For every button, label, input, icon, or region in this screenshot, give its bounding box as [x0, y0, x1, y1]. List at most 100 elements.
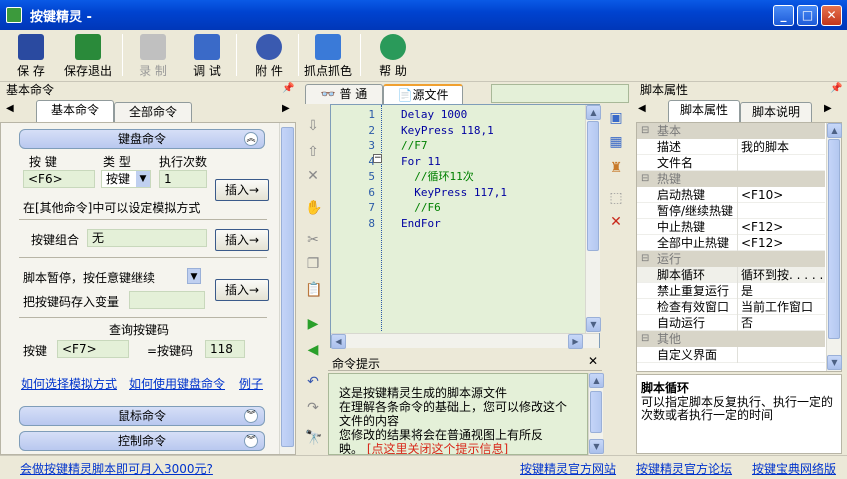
tab-scroll-right-icon[interactable]: ▶	[824, 103, 832, 114]
play-forward-icon[interactable]: ▶	[305, 316, 321, 332]
official-forum-link[interactable]: 按键精灵官方论坛	[636, 460, 732, 477]
link-keyboard-usage[interactable]: 如何使用键盘命令	[129, 375, 225, 392]
property-row[interactable]: 自动运行 否	[637, 315, 825, 331]
editor-search-field[interactable]	[491, 84, 629, 103]
official-site-link[interactable]: 按键精灵官方网站	[520, 460, 616, 477]
pin-icon[interactable]: 📌	[830, 83, 842, 94]
tab-script-properties[interactable]: 脚本属性	[668, 100, 740, 122]
tab-all-commands[interactable]: 全部命令	[114, 102, 192, 122]
scroll-right-icon[interactable]: ▶	[568, 334, 583, 349]
code-line[interactable]: 2 KeyPress 118,1	[331, 123, 585, 139]
property-row[interactable]: 文件名	[637, 155, 825, 171]
window-icon[interactable]: ▣	[608, 110, 624, 126]
code-line[interactable]: 5 //循环11次	[331, 169, 585, 185]
code-line[interactable]: 4 For 11	[331, 154, 585, 170]
tab-basic-commands[interactable]: 基本命令	[36, 100, 114, 122]
property-row[interactable]: 启动热键 <F10>	[637, 187, 825, 203]
property-category[interactable]: ⊟ 基本	[637, 123, 825, 139]
props-scrollbar[interactable]: ▲ ▼	[826, 123, 842, 371]
fold-icon[interactable]: −	[373, 154, 382, 163]
close-icon[interactable]: ✕	[588, 354, 598, 368]
code-line[interactable]: 8 EndFor	[331, 216, 585, 232]
handbook-link[interactable]: 按键宝典网络版	[752, 460, 836, 477]
keyboard-section-header[interactable]: 键盘命令 ︽	[19, 129, 265, 149]
tab-normal-view[interactable]: 👓 普 通	[305, 84, 383, 104]
scroll-thumb[interactable]	[590, 391, 602, 433]
copy-icon[interactable]: ❐	[305, 256, 321, 272]
property-row[interactable]: 暂停/继续热键	[637, 203, 825, 219]
property-row[interactable]: 中止热键 <F12>	[637, 219, 825, 235]
property-value[interactable]: <F12>	[741, 219, 783, 235]
insert-pause-button[interactable]: 插入→	[215, 279, 269, 301]
scroll-down-icon[interactable]: ▼	[589, 439, 604, 454]
count-field[interactable]: 1	[159, 170, 207, 188]
attachment-button[interactable]: 附 件	[246, 32, 292, 80]
combo-field[interactable]: 无	[87, 229, 207, 247]
find-icon[interactable]: 🔭	[305, 430, 322, 446]
collapse-icon[interactable]: ⊟	[641, 331, 649, 347]
save-exit-button[interactable]: 保存退出	[60, 32, 116, 80]
scroll-thumb[interactable]	[281, 127, 294, 447]
property-row[interactable]: 自定义界面	[637, 347, 825, 363]
box-icon[interactable]: ⬚	[608, 190, 624, 206]
undo-icon[interactable]: ↶	[305, 374, 321, 390]
delete-icon[interactable]: ✕	[305, 168, 321, 184]
property-value[interactable]: 是	[741, 283, 753, 299]
property-value[interactable]: 当前工作窗口	[741, 299, 813, 315]
code-line[interactable]: 3 //F7	[331, 138, 585, 154]
scroll-up-icon[interactable]: ▲	[586, 105, 601, 120]
scroll-thumb[interactable]	[828, 139, 840, 339]
tab-scroll-right-icon[interactable]: ▶	[282, 103, 290, 114]
maximize-button[interactable]: □	[797, 5, 818, 26]
paste-icon[interactable]: 📋	[305, 282, 322, 298]
tab-scroll-left-icon[interactable]: ◀	[638, 103, 646, 114]
jar-icon[interactable]: ♜	[608, 160, 624, 176]
save-button[interactable]: 保 存	[8, 32, 54, 80]
property-value[interactable]: 我的脚本	[741, 139, 789, 155]
capture-color-button[interactable]: 抓点抓色	[302, 32, 354, 80]
save-var-field[interactable]	[129, 291, 205, 309]
key-field[interactable]: <F6>	[23, 170, 95, 188]
scroll-down-icon[interactable]: ▼	[827, 355, 842, 370]
property-value[interactable]: <F12>	[741, 235, 783, 251]
promo-link[interactable]: 会做按键精灵脚本即可月入3000元?	[20, 460, 213, 477]
collapse-icon[interactable]: ⊟	[641, 171, 649, 187]
insert-combo-button[interactable]: 插入→	[215, 229, 269, 251]
property-category[interactable]: ⊟ 运行	[637, 251, 825, 267]
link-simulation-mode[interactable]: 如何选择模拟方式	[21, 375, 117, 392]
property-value[interactable]: 否	[741, 315, 753, 331]
property-value[interactable]: 循环到按. . . . .	[741, 267, 823, 283]
code-line[interactable]: 6 KeyPress 117,1	[331, 185, 585, 201]
collapse-icon[interactable]: ⊟	[641, 251, 649, 267]
move-up-icon[interactable]: ⇧	[305, 144, 321, 160]
scroll-left-icon[interactable]: ◀	[331, 334, 346, 349]
code-editor[interactable]: 1 Delay 1000 2 KeyPress 118,1 3 //F7 4 For 11 5 …	[330, 104, 601, 349]
editor-vscroll[interactable]: ▲ ▼	[585, 105, 601, 333]
tab-script-description[interactable]: 脚本说明	[740, 102, 812, 122]
scroll-up-icon[interactable]: ▲	[827, 123, 842, 138]
expand-icon[interactable]: ︾	[244, 409, 258, 423]
scroll-up-icon[interactable]: ▲	[589, 373, 604, 388]
code-line[interactable]: 1 Delay 1000	[331, 107, 585, 123]
hint-scrollbar[interactable]: ▲ ▼	[588, 373, 604, 455]
query-key-field[interactable]: <F7>	[57, 340, 129, 358]
property-row[interactable]: 禁止重复运行是	[637, 283, 825, 299]
expand-icon[interactable]: ︾	[244, 434, 258, 448]
property-row[interactable]: 检查有效窗口 当前工作窗口	[637, 299, 825, 315]
move-down-icon[interactable]: ⇩	[305, 118, 321, 134]
redo-icon[interactable]: ↷	[305, 400, 321, 416]
left-scrollbar[interactable]	[279, 123, 295, 454]
insert-key-button[interactable]: 插入→	[215, 179, 269, 201]
chevron-down-icon[interactable]: ▼	[136, 171, 150, 187]
play-back-icon[interactable]: ◀	[305, 342, 321, 358]
code-line[interactable]: 7 //F6	[331, 200, 585, 216]
control-section-header[interactable]: 控制命令 ︾	[19, 431, 265, 451]
pin-icon[interactable]: 📌	[282, 83, 294, 94]
debug-button[interactable]: 调 试	[184, 32, 230, 80]
property-value[interactable]: <F10>	[741, 187, 783, 203]
mouse-section-header[interactable]: 鼠标命令 ︾	[19, 406, 265, 426]
query-code-field[interactable]: 118	[205, 340, 245, 358]
help-button[interactable]: 帮 助	[370, 32, 416, 80]
calculator-icon[interactable]: ▦	[608, 134, 624, 150]
delete-red-icon[interactable]: ✕	[608, 214, 624, 230]
